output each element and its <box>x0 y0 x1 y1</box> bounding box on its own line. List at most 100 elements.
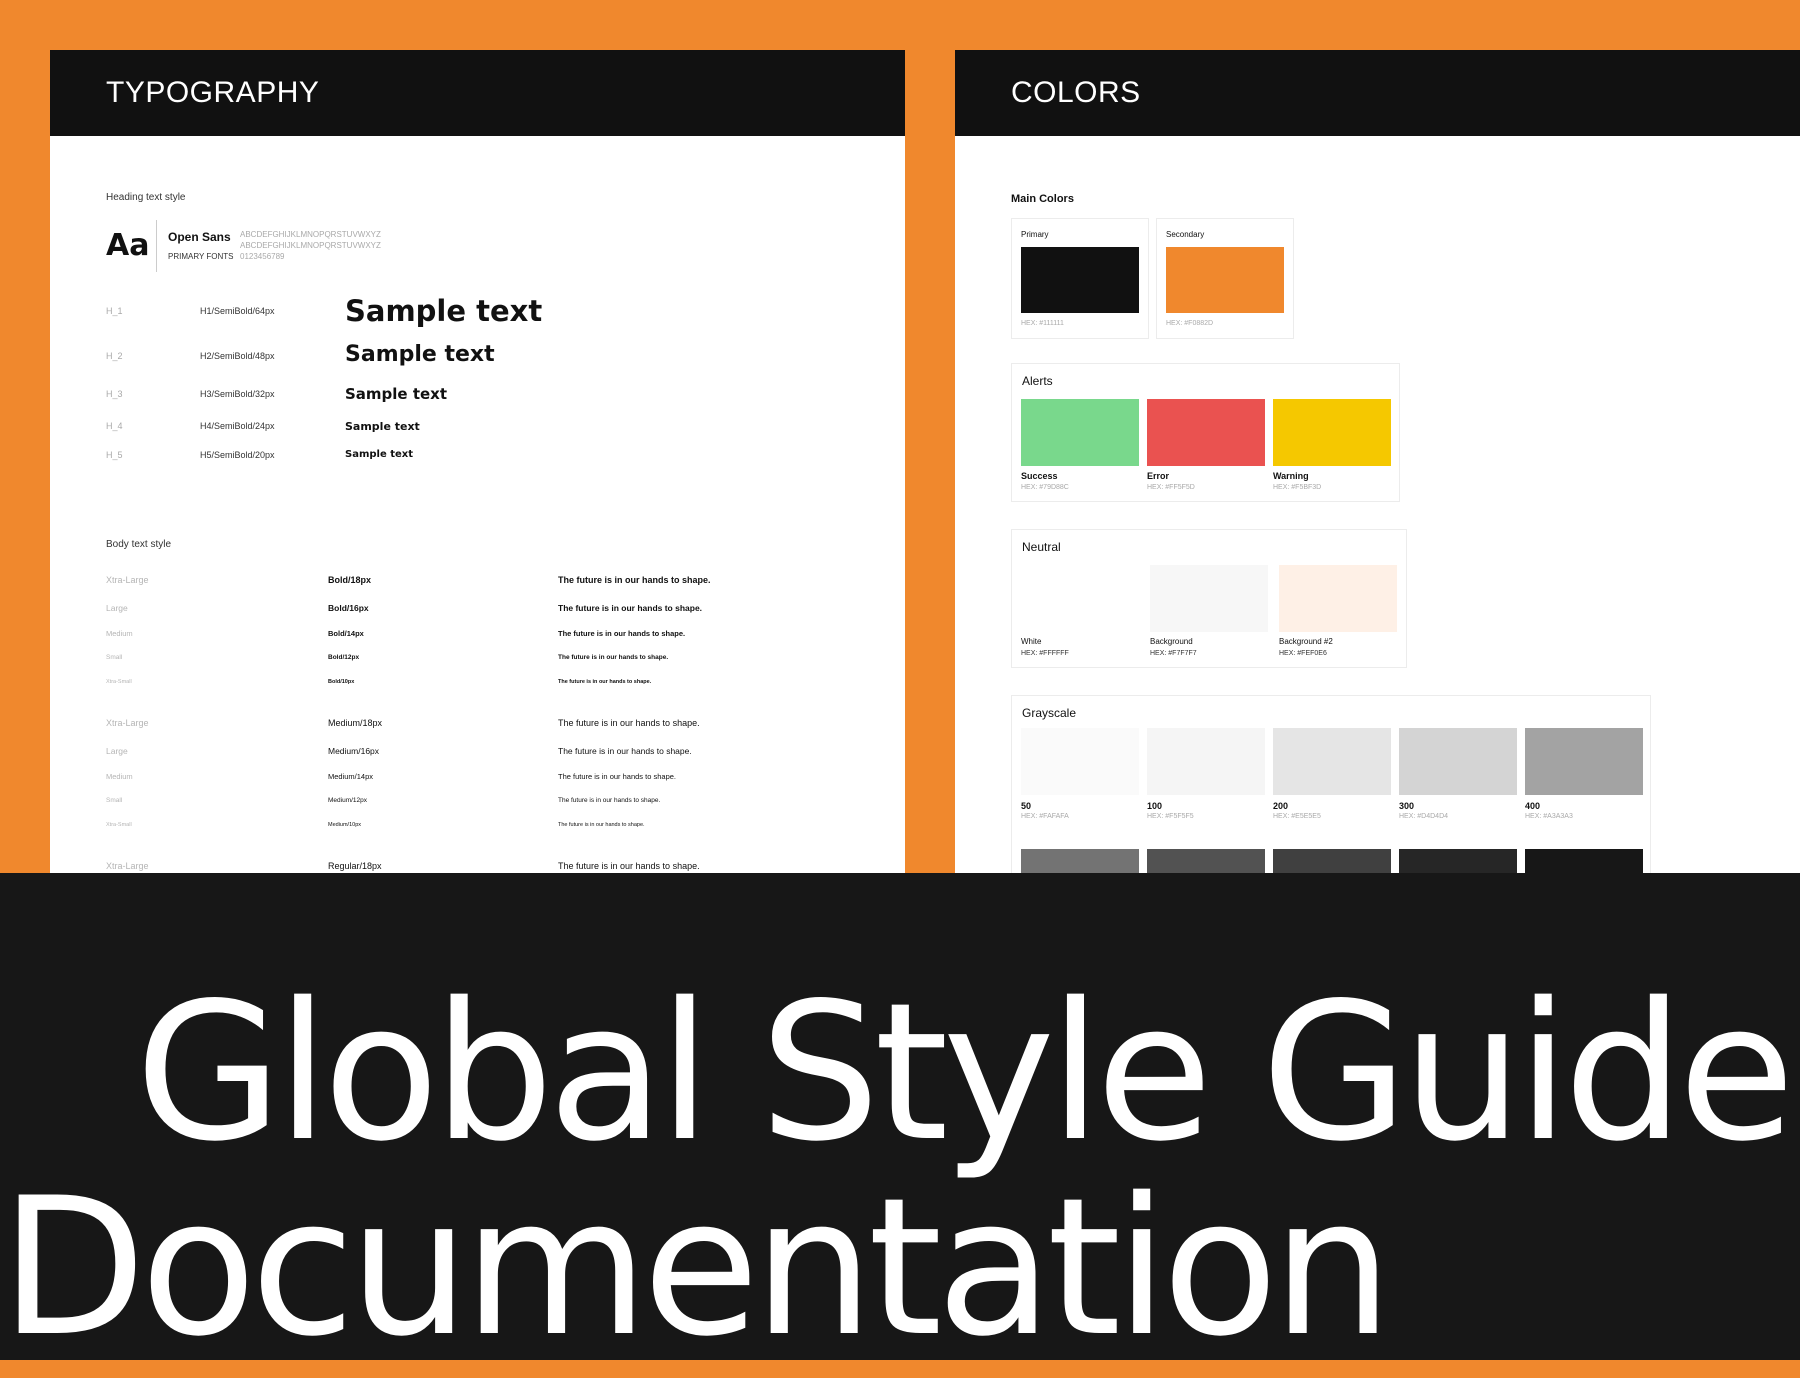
color-hex: HEX: #D4D4D4 <box>1399 813 1449 820</box>
color-hex: HEX: #E5E5E5 <box>1273 813 1321 820</box>
title-line-1: Global Style Guide <box>135 962 1795 1183</box>
color-swatch-warning <box>1273 399 1391 466</box>
body-size: Medium <box>106 772 133 781</box>
grayscale-title: Grayscale <box>1022 706 1077 720</box>
body-spec: Bold/14px <box>328 629 364 638</box>
color-name: Background #2 <box>1279 637 1333 646</box>
color-swatch-gray-700 <box>1273 849 1391 873</box>
color-hex: HEX: #FFFFFF <box>1021 650 1069 657</box>
body-size: Large <box>106 603 128 613</box>
color-hex: HEX: #F5F5F5 <box>1147 813 1194 820</box>
body-text: The future is in our hands to shape. <box>558 822 645 828</box>
color-swatch-background <box>1150 565 1268 632</box>
body-size: Xtra-Large <box>106 718 149 728</box>
heading-name: H_2 <box>106 351 123 361</box>
body-text: The future is in our hands to shape. <box>558 861 700 871</box>
color-hex: HEX: #FAFAFA <box>1021 813 1069 820</box>
body-size: Xtra-Small <box>106 822 132 828</box>
body-spec: Bold/18px <box>328 575 372 585</box>
grayscale-card: Grayscale 50 HEX: #FAFAFA 100 HEX: #F5F5… <box>1011 695 1651 873</box>
heading-spec: H2/SemiBold/48px <box>200 351 275 361</box>
typography-header: TYPOGRAPHY <box>50 50 905 136</box>
color-name: 100 <box>1147 801 1163 811</box>
heading-spec: H4/SemiBold/24px <box>200 421 275 431</box>
color-swatch-gray-900 <box>1525 849 1643 873</box>
color-name: Secondary <box>1166 230 1205 239</box>
alerts-title: Alerts <box>1022 374 1053 388</box>
color-hex: HEX: #FEF0E6 <box>1279 650 1327 657</box>
color-swatch-white <box>1021 565 1139 632</box>
color-swatch-gray-100 <box>1147 728 1265 795</box>
color-swatch-error <box>1147 399 1265 466</box>
color-swatch <box>1166 247 1284 313</box>
color-name: 200 <box>1273 801 1289 811</box>
color-name: 50 <box>1021 801 1032 811</box>
body-style-label: Body text style <box>106 539 172 550</box>
body-text: The future is in our hands to shape. <box>558 772 676 781</box>
body-size: Xtra-Large <box>106 861 149 871</box>
body-text: The future is in our hands to shape. <box>558 797 661 804</box>
body-text: The future is in our hands to shape. <box>558 746 692 756</box>
body-size: Small <box>106 654 123 661</box>
heading-sample-h4: Sample text <box>345 420 420 433</box>
main-colors-title: Main Colors <box>1011 193 1074 205</box>
color-name: White <box>1021 637 1042 646</box>
colors-header: COLORS <box>955 50 1800 136</box>
body-spec: Regular/18px <box>328 861 382 871</box>
body-spec: Medium/14px <box>328 772 374 781</box>
alphabet-lower: ABCDEFGHIJKLMNOPQRSTUVWXYZ <box>240 241 381 250</box>
alerts-card: Alerts Success HEX: #79D88C Error HEX: #… <box>1011 363 1400 502</box>
heading-name: H_5 <box>106 450 123 460</box>
body-text: The future is in our hands to shape. <box>558 679 652 685</box>
color-swatch-gray-600 <box>1147 849 1265 873</box>
heading-style-label: Heading text style <box>106 192 186 203</box>
body-size: Small <box>106 797 123 804</box>
body-text: The future is in our hands to shape. <box>558 629 686 638</box>
heading-name: H_4 <box>106 421 123 431</box>
body-text: The future is in our hands to shape. <box>558 718 700 728</box>
alphabet-upper: ABCDEFGHIJKLMNOPQRSTUVWXYZ <box>240 230 381 239</box>
color-name: Success <box>1021 471 1058 481</box>
color-swatch <box>1021 247 1139 313</box>
neutral-title: Neutral <box>1022 540 1061 554</box>
font-sample: Aa <box>106 228 150 263</box>
font-name: Open Sans <box>168 230 231 244</box>
color-card-secondary: Secondary HEX: #F0882D <box>1156 218 1294 339</box>
color-hex: HEX: #F7F7F7 <box>1150 650 1197 657</box>
font-role: PRIMARY FONTS <box>168 252 234 261</box>
font-divider <box>156 220 157 272</box>
body-spec: Medium/16px <box>328 746 380 756</box>
body-spec: Bold/16px <box>328 603 369 613</box>
color-name: 300 <box>1399 801 1415 811</box>
color-swatch-gray-50 <box>1021 728 1139 795</box>
digits: 0123456789 <box>240 252 285 261</box>
body-spec: Medium/10px <box>328 822 362 828</box>
color-swatch-gray-500 <box>1021 849 1139 873</box>
color-swatch-success <box>1021 399 1139 466</box>
body-spec: Medium/12px <box>328 797 368 804</box>
color-swatch-background-2 <box>1279 565 1397 632</box>
body-size: Large <box>106 746 128 756</box>
colors-panel: COLORS Main Colors Primary HEX: #111111 … <box>955 50 1800 873</box>
color-hex: HEX: #F5BF3D <box>1273 484 1322 491</box>
color-hex: HEX: #79D88C <box>1021 484 1069 491</box>
heading-spec: H1/SemiBold/64px <box>200 306 275 316</box>
color-swatch-gray-200 <box>1273 728 1391 795</box>
neutral-card: Neutral White HEX: #FFFFFF Background HE… <box>1011 529 1407 668</box>
heading-sample-h1: Sample text <box>345 294 543 328</box>
color-name: Warning <box>1273 471 1309 481</box>
color-name: Background <box>1150 637 1193 646</box>
color-swatch-gray-800 <box>1399 849 1517 873</box>
heading-name: H_3 <box>106 389 123 399</box>
heading-sample-h5: Sample text <box>345 449 414 460</box>
heading-sample-h3: Sample text <box>345 385 448 403</box>
color-name: Error <box>1147 471 1170 481</box>
heading-spec: H5/SemiBold/20px <box>200 450 275 460</box>
body-text: The future is in our hands to shape. <box>558 603 703 613</box>
color-card-primary: Primary HEX: #111111 <box>1011 218 1149 339</box>
color-hex: HEX: #A3A3A3 <box>1525 813 1573 820</box>
heading-name: H_1 <box>106 306 123 316</box>
body-text: The future is in our hands to shape. <box>558 654 669 661</box>
heading-spec: H3/SemiBold/32px <box>200 389 275 399</box>
color-hex: HEX: #111111 <box>1021 320 1064 327</box>
